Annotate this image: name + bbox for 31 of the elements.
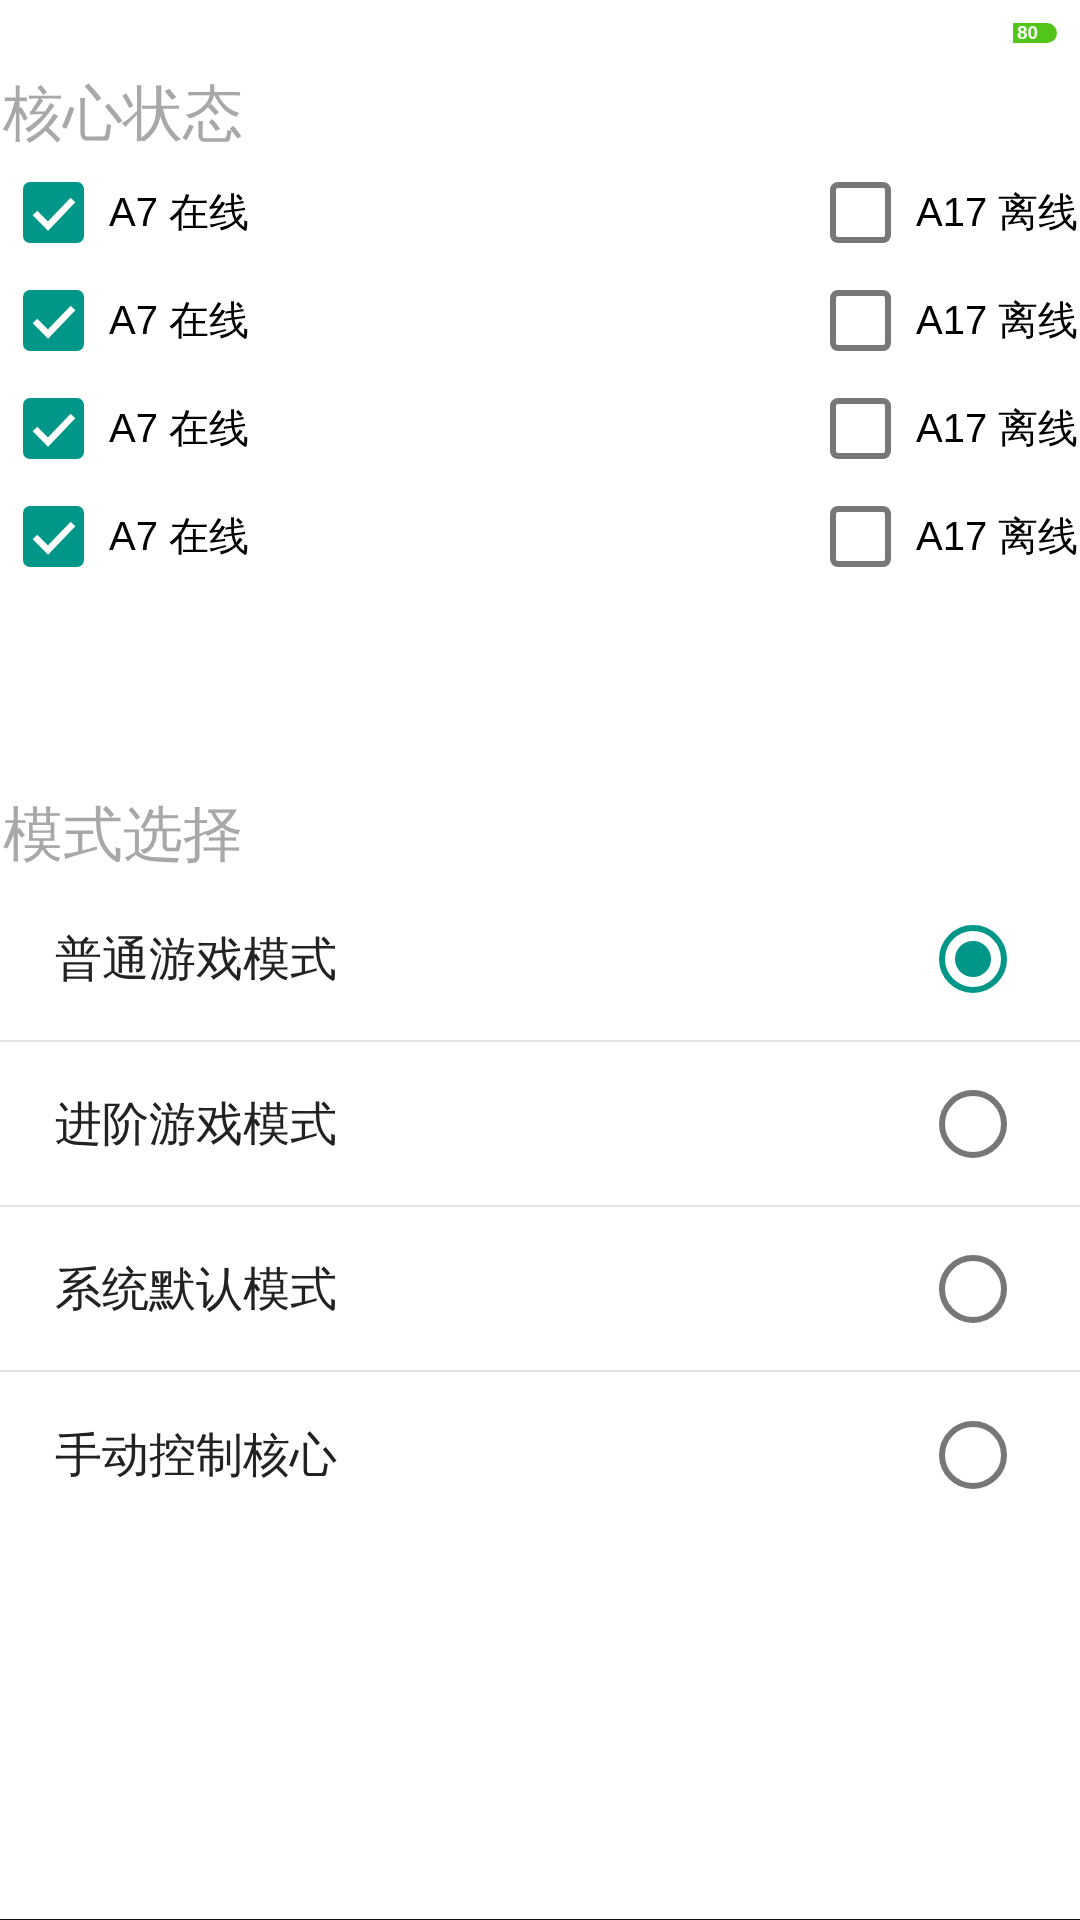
radio-button[interactable] [939, 1420, 1007, 1489]
checkbox[interactable] [23, 289, 84, 351]
checkbox[interactable] [830, 181, 891, 243]
checkbox-label: A7 在线 [109, 405, 250, 452]
mode-option-label: 系统默认模式 [55, 1260, 337, 1317]
checkbox-label: A7 在线 [109, 189, 250, 236]
section-heading: 核心状态 [2, 79, 243, 149]
checkbox[interactable] [23, 397, 84, 459]
checkbox[interactable] [23, 181, 84, 243]
checkbox-label: A17 离线 [916, 189, 1079, 236]
checkbox[interactable] [830, 289, 891, 351]
checkbox[interactable] [830, 397, 891, 459]
section-heading: 模式选择 [2, 800, 243, 870]
checkbox-label: A17 离线 [916, 297, 1079, 344]
radio-button[interactable] [939, 1089, 1007, 1158]
mode-option-label: 进阶游戏模式 [55, 1095, 337, 1152]
battery-indicator: 80 [1013, 23, 1057, 43]
checkbox[interactable] [23, 505, 84, 567]
mode-option-label: 手动控制核心 [55, 1426, 337, 1483]
check-icon [32, 413, 76, 447]
checkbox-label: A7 在线 [109, 513, 250, 560]
check-icon [32, 197, 76, 231]
checkbox[interactable] [830, 505, 891, 567]
mode-option-label: 普通游戏模式 [55, 930, 337, 987]
checkbox-label: A17 离线 [916, 513, 1079, 560]
radio-button[interactable] [939, 924, 1007, 993]
check-icon [32, 305, 76, 339]
checkbox-label: A7 在线 [109, 297, 250, 344]
radio-button[interactable] [939, 1254, 1007, 1323]
check-icon [32, 521, 76, 555]
checkbox-label: A17 离线 [916, 405, 1079, 452]
